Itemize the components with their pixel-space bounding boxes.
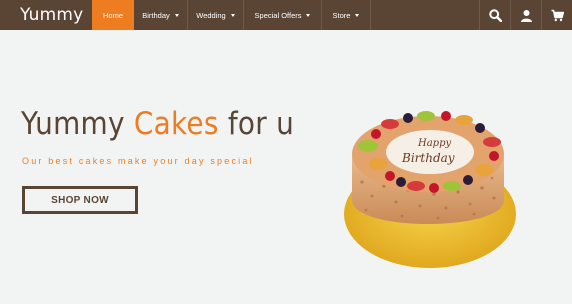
nav-item-wedding[interactable]: Wedding (188, 0, 244, 30)
cake-text-line1: Happy (417, 138, 451, 149)
caret-down-icon (174, 13, 179, 17)
nav-item-home[interactable]: Home (92, 0, 134, 30)
account-button[interactable] (510, 0, 541, 30)
hero-title-part2: for u (218, 106, 295, 142)
nav-item-label: Store (332, 10, 351, 20)
nav-item-label: Special Offers (254, 10, 302, 20)
hero-title-part1: Yummy (21, 106, 134, 142)
nav-item-birthday[interactable]: Birthday (134, 0, 188, 30)
cart-icon (551, 9, 564, 21)
cake-text-line2: Birthday (401, 151, 455, 165)
caret-down-icon (355, 13, 360, 17)
hero-subtitle: Our best cakes make your day special (22, 156, 254, 166)
cart-button[interactable] (541, 0, 572, 30)
nav-item-store[interactable]: Store (322, 0, 371, 30)
hero-title-accent: Cakes (133, 106, 219, 142)
brand-logo[interactable]: Yummy (0, 0, 92, 30)
search-icon (488, 8, 502, 22)
user-icon (520, 9, 532, 22)
nav-item-label: Wedding (196, 10, 226, 20)
birthday-cake-image: Happy Birthday (344, 111, 516, 268)
caret-down-icon (230, 13, 235, 17)
search-button[interactable] (479, 0, 510, 30)
shop-now-button[interactable]: SHOP NOW (22, 186, 138, 214)
nav-item-label: Home (102, 10, 123, 20)
hero-title: Yummy Cakes for u (21, 106, 294, 142)
caret-down-icon (306, 13, 311, 17)
nav-item-label: Birthday (142, 10, 170, 20)
nav-item-special-offers[interactable]: Special Offers (244, 0, 322, 30)
top-navbar: Yummy Home Birthday Wedding Special Offe… (0, 0, 572, 30)
